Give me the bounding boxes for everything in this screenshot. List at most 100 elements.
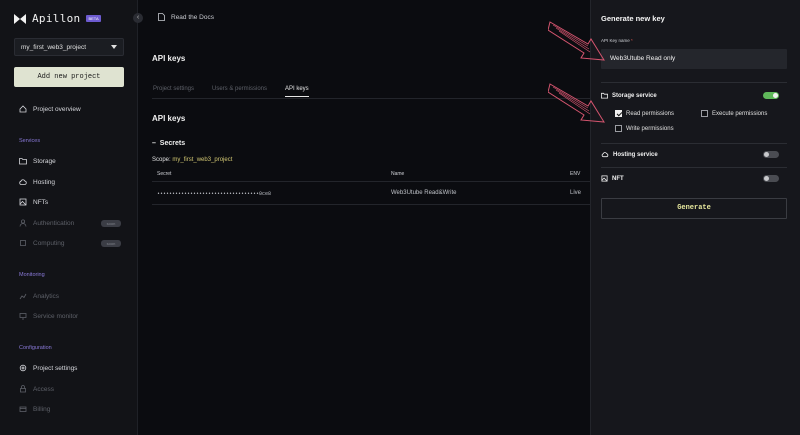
toggle-knob bbox=[764, 152, 769, 157]
tab-api-keys[interactable]: API keys bbox=[285, 86, 309, 97]
service-label: Hosting service bbox=[613, 151, 658, 158]
sidebar-item-label: Access bbox=[33, 385, 54, 393]
project-select[interactable]: my_first_web3_project bbox=[14, 38, 124, 56]
divider bbox=[601, 167, 787, 168]
sidebar-item-analytics: Analytics bbox=[19, 292, 59, 300]
app-name: Apillon bbox=[32, 12, 81, 25]
gear-icon bbox=[19, 364, 27, 372]
section-title: API keys bbox=[152, 114, 186, 123]
scope-project: my_first_web3_project bbox=[172, 157, 233, 163]
user-icon bbox=[19, 219, 27, 227]
collapse-sidebar-button[interactable]: ‹ bbox=[133, 13, 143, 23]
document-icon bbox=[158, 13, 165, 21]
sidebar: Apillon BETA my_first_web3_project Add n… bbox=[0, 0, 138, 435]
sidebar-item-nfts[interactable]: NFTs bbox=[19, 198, 48, 206]
scope-line: Scope: my_first_web3_project bbox=[152, 157, 232, 163]
sidebar-item-authentication: Authentication bbox=[19, 219, 74, 227]
service-label: NFT bbox=[612, 175, 624, 182]
annotation-arrow-icon bbox=[548, 21, 605, 61]
settings-tabs: Project settings Users & permissions API… bbox=[152, 86, 612, 99]
generate-button[interactable]: Generate bbox=[601, 198, 787, 219]
sidebar-item-project-settings[interactable]: Project settings bbox=[19, 364, 77, 372]
cloud-icon bbox=[601, 152, 609, 158]
sidebar-item-billing: Billing bbox=[19, 405, 50, 413]
docs-label: Read the Docs bbox=[171, 13, 214, 21]
compute-icon bbox=[20, 240, 26, 246]
sidebar-item-label: Billing bbox=[33, 405, 51, 413]
column-header-name: Name bbox=[391, 171, 405, 177]
home-icon bbox=[19, 105, 27, 113]
card-icon bbox=[19, 406, 27, 412]
logo[interactable]: Apillon BETA bbox=[14, 12, 101, 25]
sidebar-item-service-monitor: Service monitor bbox=[19, 312, 78, 320]
scope-prefix: Scope: bbox=[152, 157, 171, 163]
read-the-docs-link[interactable]: Read the Docs bbox=[158, 13, 214, 21]
project-select-value: my_first_web3_project bbox=[21, 43, 87, 51]
column-header-secret: Secret bbox=[157, 171, 172, 177]
column-header-env: ENV bbox=[570, 171, 581, 177]
toggle-knob bbox=[764, 176, 769, 181]
image-icon bbox=[601, 175, 608, 182]
divider bbox=[601, 82, 787, 83]
tab-project-settings[interactable]: Project settings bbox=[153, 86, 194, 92]
secrets-label: Secrets bbox=[159, 140, 186, 147]
soon-badge: soon bbox=[101, 220, 121, 227]
image-icon bbox=[19, 198, 27, 206]
sidebar-item-label: NFTs bbox=[33, 198, 49, 206]
table-divider bbox=[152, 204, 600, 205]
soon-badge: soon bbox=[101, 240, 121, 247]
section-label-configuration: Configuration bbox=[19, 345, 52, 351]
sidebar-item-project-overview[interactable]: Project overview bbox=[19, 105, 81, 113]
read-permissions-checkbox[interactable]: Read permissions bbox=[615, 110, 674, 117]
add-new-project-button[interactable]: Add new project bbox=[14, 67, 124, 87]
env-cell: Live bbox=[570, 190, 582, 196]
sidebar-item-storage[interactable]: Storage bbox=[19, 157, 56, 165]
folder-icon bbox=[19, 158, 27, 165]
section-label-monitoring: Monitoring bbox=[19, 272, 45, 278]
sidebar-item-label: Project overview bbox=[33, 105, 81, 113]
checkbox-label: Write permissions bbox=[626, 125, 674, 132]
checkbox-box bbox=[701, 110, 708, 117]
sidebar-item-label: Service monitor bbox=[33, 312, 79, 320]
name-cell: Web3Utube Read&Write bbox=[391, 190, 457, 196]
tab-users-permissions[interactable]: Users & permissions bbox=[212, 86, 267, 92]
annotation-arrow-icon bbox=[548, 83, 605, 123]
write-permissions-checkbox[interactable]: Write permissions bbox=[615, 125, 674, 132]
cloud-icon bbox=[19, 179, 27, 185]
sidebar-item-access: Access bbox=[19, 385, 54, 393]
service-label: Storage service bbox=[612, 92, 657, 99]
hosting-service-label: Hosting service bbox=[601, 151, 658, 158]
table-divider bbox=[152, 181, 600, 182]
api-key-name-input[interactable]: Web3Utube Read only bbox=[601, 49, 787, 69]
sidebar-item-label: Storage bbox=[33, 157, 56, 165]
checkbox-label: Read permissions bbox=[626, 110, 675, 117]
generate-key-panel: Generate new key API Key name * Web3Utub… bbox=[590, 0, 800, 435]
sidebar-item-label: Analytics bbox=[33, 292, 60, 300]
secret-cell: ••••••••••••••••••••••••••••••••••0ce8 bbox=[157, 191, 272, 197]
sidebar-item-label: Hosting bbox=[33, 178, 56, 186]
required-mark: * bbox=[631, 38, 633, 43]
monitor-icon bbox=[19, 313, 27, 320]
toggle-knob bbox=[773, 93, 778, 98]
nft-service-label: NFT bbox=[601, 175, 624, 182]
execute-permissions-checkbox[interactable]: Execute permissions bbox=[701, 110, 767, 117]
storage-service-label: Storage service bbox=[601, 92, 657, 99]
apillon-logo-icon bbox=[14, 13, 26, 24]
sidebar-item-computing: Computing bbox=[19, 239, 64, 247]
chevron-down-icon bbox=[111, 45, 117, 49]
section-label-services: Services bbox=[19, 138, 41, 144]
hosting-service-toggle[interactable] bbox=[763, 151, 779, 158]
beta-badge: BETA bbox=[86, 15, 101, 22]
panel-title: Generate new key bbox=[601, 14, 665, 23]
nft-service-toggle[interactable] bbox=[763, 175, 779, 182]
sidebar-item-hosting[interactable]: Hosting bbox=[19, 178, 55, 186]
storage-service-toggle[interactable] bbox=[763, 92, 779, 99]
checkbox-box bbox=[615, 110, 622, 117]
collapse-icon: – bbox=[152, 140, 160, 147]
secrets-toggle[interactable]: – Secrets bbox=[152, 140, 185, 147]
page-title: API keys bbox=[152, 54, 186, 63]
checkbox-label: Execute permissions bbox=[712, 110, 768, 117]
checkbox-box bbox=[615, 125, 622, 132]
lock-icon bbox=[20, 385, 26, 393]
chart-icon bbox=[19, 293, 27, 300]
